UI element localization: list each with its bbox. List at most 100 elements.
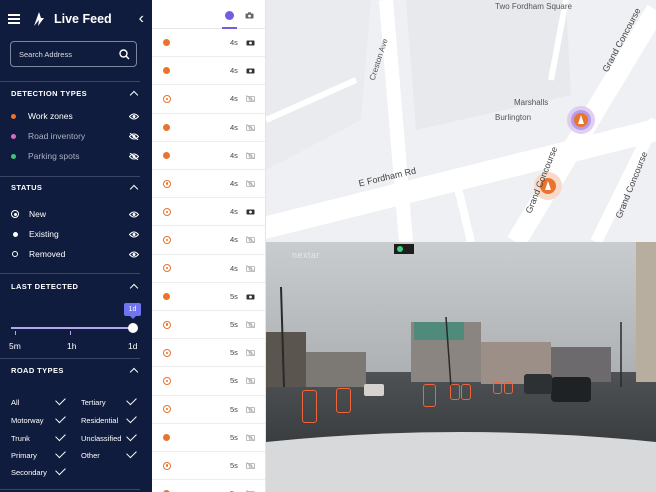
feed-row[interactable]: 5s — [152, 480, 265, 492]
camera-icon[interactable] — [246, 39, 255, 46]
feed-row[interactable]: 5s — [152, 452, 265, 481]
feed-row[interactable]: 4s — [152, 198, 265, 227]
road-type-label: Primary — [11, 451, 37, 460]
camera-off-icon[interactable] — [246, 123, 255, 131]
feed-age: 5s — [230, 432, 238, 442]
status-removed-ring — [163, 348, 171, 357]
clock-icon[interactable] — [225, 11, 234, 20]
feed-row[interactable]: 5s — [152, 311, 265, 340]
eye-off-icon[interactable] — [129, 152, 139, 160]
road-type-primary[interactable]: Primary — [11, 451, 37, 460]
collapse-sidebar-icon[interactable]: ‹ — [139, 11, 144, 27]
status-existing[interactable]: Existing — [11, 229, 139, 239]
eye-off-icon[interactable] — [129, 132, 139, 140]
camera-off-icon[interactable] — [246, 462, 255, 470]
road-type-secondary[interactable]: Secondary — [11, 468, 47, 477]
feed-row[interactable]: 4s — [152, 85, 265, 114]
feed-row[interactable]: 5s — [152, 396, 265, 424]
status-label: New — [29, 209, 47, 219]
work-zone-bounding-box[interactable] — [336, 388, 351, 413]
status-header[interactable]: STATUS — [11, 183, 139, 194]
road-type-residential[interactable]: Residential — [81, 416, 118, 425]
last-detected-slider-track[interactable] — [11, 327, 133, 329]
feed-row[interactable]: 4s — [152, 170, 265, 199]
menu-icon[interactable] — [8, 14, 20, 24]
check-icon[interactable] — [55, 447, 66, 459]
status-new-dot — [163, 67, 170, 75]
sidebar: Live Feed ‹ DETECTION TYPES Work zones R… — [0, 0, 152, 492]
check-icon[interactable] — [55, 464, 66, 476]
status-removed-ring — [163, 376, 171, 385]
camera-off-icon[interactable] — [246, 349, 255, 357]
eye-icon[interactable] — [129, 231, 139, 238]
work-zone-bounding-box[interactable] — [423, 384, 436, 407]
feed-row[interactable]: 4s — [152, 255, 265, 283]
work-zone-bounding-box[interactable] — [450, 384, 460, 400]
sidebar-header: Live Feed ‹ — [0, 0, 152, 38]
work-zone-bounding-box[interactable] — [504, 382, 513, 394]
status-removed[interactable]: Removed — [11, 249, 139, 259]
check-icon[interactable] — [55, 412, 66, 424]
check-icon[interactable] — [55, 394, 66, 406]
eye-icon[interactable] — [129, 113, 139, 120]
check-icon[interactable] — [126, 412, 137, 424]
check-icon[interactable] — [126, 394, 137, 406]
detection-types-header[interactable]: DETECTION TYPES — [11, 89, 139, 100]
check-icon[interactable] — [126, 447, 137, 459]
camera-off-icon[interactable] — [246, 264, 255, 272]
work-zone-bounding-box[interactable] — [493, 382, 502, 394]
camera-off-icon[interactable] — [246, 152, 255, 159]
detection-type-road-inventory[interactable]: Road inventory — [11, 131, 139, 141]
camera-off-icon[interactable] — [246, 405, 255, 413]
status-new[interactable]: New — [11, 209, 139, 219]
map-view[interactable]: Two Fordham Square Creston Ave Marshalls… — [266, 0, 656, 242]
road-type-unclassified[interactable]: Unclassified — [81, 434, 121, 443]
camera-icon[interactable] — [245, 12, 254, 19]
feed-row[interactable]: 5s — [152, 424, 265, 452]
feed-row[interactable]: 4s — [152, 114, 265, 142]
detection-type-work-zones[interactable]: Work zones — [11, 111, 139, 121]
chevron-up-icon[interactable] — [129, 367, 139, 377]
check-icon[interactable] — [126, 430, 137, 442]
chevron-up-icon[interactable] — [129, 283, 139, 293]
search-icon[interactable] — [119, 48, 130, 60]
map-canvas[interactable] — [266, 0, 656, 242]
feed-row[interactable]: 4s — [152, 57, 265, 86]
road-type-other[interactable]: Other — [81, 451, 100, 460]
status-new-dot — [163, 292, 170, 300]
chevron-up-icon[interactable] — [129, 90, 139, 100]
eye-icon[interactable] — [129, 251, 139, 258]
road-type-motorway[interactable]: Motorway — [11, 416, 44, 425]
camera-off-icon[interactable] — [246, 321, 255, 329]
camera-icon[interactable] — [246, 67, 255, 74]
eye-icon[interactable] — [129, 211, 139, 218]
feed-row[interactable]: 5s — [152, 339, 265, 368]
feed-row[interactable]: 4s — [152, 29, 265, 58]
camera-off-icon[interactable] — [246, 236, 255, 244]
feed-row[interactable]: 4s — [152, 226, 265, 255]
camera-off-icon[interactable] — [246, 434, 255, 441]
chevron-up-icon[interactable] — [129, 184, 139, 194]
camera-icon[interactable] — [246, 293, 255, 300]
work-zone-bounding-box[interactable] — [461, 384, 471, 400]
road-type-trunk[interactable]: Trunk — [11, 434, 30, 443]
camera-off-icon[interactable] — [246, 180, 255, 188]
check-icon[interactable] — [55, 430, 66, 442]
detection-type-parking-spots[interactable]: Parking spots — [11, 151, 139, 161]
camera-off-icon[interactable] — [246, 377, 255, 385]
road-types-header[interactable]: ROAD TYPES — [11, 366, 139, 377]
feed-row[interactable]: 5s — [152, 367, 265, 396]
work-zone-bounding-box[interactable] — [302, 390, 317, 423]
search-box[interactable] — [10, 41, 137, 67]
search-input[interactable] — [19, 49, 119, 59]
road-type-tertiary[interactable]: Tertiary — [81, 398, 106, 407]
divider — [0, 81, 140, 82]
feed-row[interactable]: 5s — [152, 283, 265, 311]
camera-off-icon[interactable] — [246, 95, 255, 103]
section-title: DETECTION TYPES — [11, 89, 88, 98]
feed-row[interactable]: 4s — [152, 142, 265, 170]
last-detected-header[interactable]: LAST DETECTED — [11, 282, 139, 293]
road-type-all[interactable]: All — [11, 398, 19, 407]
camera-icon[interactable] — [246, 208, 255, 215]
last-detected-slider-handle[interactable] — [128, 323, 138, 333]
